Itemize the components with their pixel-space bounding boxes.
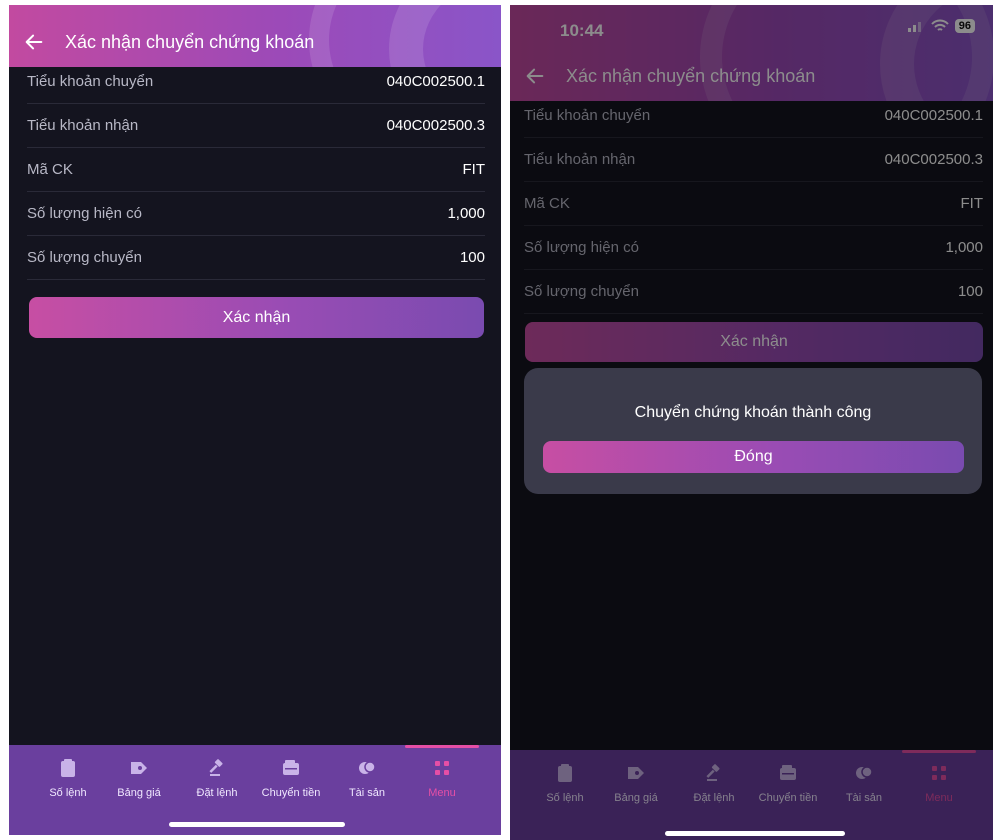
row-label: Số lượng hiện có bbox=[27, 205, 142, 222]
row-value: FIT bbox=[462, 161, 486, 178]
wallet-icon bbox=[777, 762, 799, 784]
battery-level: 96 bbox=[954, 19, 975, 33]
tab-label: Đặt lệnh bbox=[196, 787, 238, 799]
row-value: 1,000 bbox=[945, 239, 983, 256]
tab-menu[interactable]: Menu bbox=[402, 745, 482, 799]
gavel-icon bbox=[206, 757, 228, 779]
tab-label: Chuyển tiền bbox=[261, 787, 321, 799]
price-tag-icon bbox=[128, 757, 150, 779]
gavel-icon bbox=[703, 762, 725, 784]
row-value: FIT bbox=[960, 195, 984, 212]
signal-icon bbox=[907, 22, 921, 32]
detail-row-available-qty: Số lượng hiện có 1,000 bbox=[524, 226, 983, 270]
home-indicator[interactable] bbox=[169, 822, 345, 827]
success-dialog: Chuyển chứng khoán thành công Đóng bbox=[524, 368, 982, 494]
right-screen: 10:44 96 Xác nhận chuyển chứng khoán Tiể… bbox=[510, 5, 993, 840]
coins-icon bbox=[853, 762, 875, 784]
tab-chuyen-tien[interactable]: Chuyển tiền bbox=[251, 745, 331, 799]
detail-row-available-qty: Số lượng hiện có 1,000 bbox=[27, 192, 485, 236]
status-time: 10:44 bbox=[560, 21, 604, 40]
row-label: Số lượng chuyển bbox=[524, 283, 639, 300]
tab-dat-lenh[interactable]: Đặt lệnh bbox=[177, 745, 257, 799]
row-value: 040C002500.1 bbox=[386, 73, 485, 90]
grid-icon bbox=[431, 757, 453, 779]
row-label: Mã CK bbox=[27, 161, 73, 178]
grid-icon bbox=[928, 762, 950, 784]
tab-menu[interactable]: Menu bbox=[899, 750, 979, 804]
tab-bang-gia[interactable]: Bảng giá bbox=[99, 745, 179, 799]
detail-row-target-account: Tiểu khoản nhận 040C002500.3 bbox=[524, 138, 983, 182]
status-icons: 96 bbox=[907, 19, 975, 33]
detail-row-transfer-qty: Số lượng chuyển 100 bbox=[27, 236, 485, 280]
detail-row-stock-code: Mã CK FIT bbox=[27, 148, 485, 192]
row-label: Tiểu khoản nhận bbox=[524, 151, 636, 168]
clipboard-icon bbox=[57, 757, 79, 779]
tab-label: Bảng giá bbox=[614, 792, 658, 804]
transfer-details: Tiểu khoản chuyển 040C002500.1 Tiểu khoả… bbox=[27, 60, 485, 280]
tab-so-lenh[interactable]: Số lệnh bbox=[525, 750, 605, 804]
close-button[interactable]: Đóng bbox=[543, 441, 964, 473]
row-value: 040C002500.3 bbox=[386, 117, 485, 134]
transfer-details: Tiểu khoản chuyển 040C002500.1 Tiểu khoả… bbox=[524, 94, 983, 314]
row-label: Tiểu khoản chuyển bbox=[27, 73, 154, 90]
page-title: Xác nhận chuyển chứng khoán bbox=[65, 31, 315, 52]
detail-row-source-account: Tiểu khoản chuyển 040C002500.1 bbox=[27, 60, 485, 104]
tab-tai-san[interactable]: Tài sản bbox=[824, 750, 904, 804]
tab-label: Tài sản bbox=[845, 792, 883, 804]
home-indicator[interactable] bbox=[665, 831, 845, 836]
clipboard-icon bbox=[554, 762, 576, 784]
wifi-icon bbox=[931, 19, 949, 31]
tab-chuyen-tien[interactable]: Chuyển tiền bbox=[748, 750, 828, 804]
row-label: Số lượng hiện có bbox=[524, 239, 639, 256]
row-label: Tiểu khoản nhận bbox=[27, 117, 139, 134]
tab-label: Số lệnh bbox=[49, 787, 87, 799]
row-value: 100 bbox=[957, 283, 983, 300]
tab-label: Menu bbox=[925, 792, 953, 804]
tab-label: Bảng giá bbox=[117, 787, 161, 799]
bottom-tab-bar: Số lệnh Bảng giá Đặt lệnh Chuyển tiền Tà… bbox=[9, 745, 501, 835]
tab-label: Chuyển tiền bbox=[758, 792, 818, 804]
row-value: 040C002500.3 bbox=[884, 151, 983, 168]
tab-label: Đặt lệnh bbox=[693, 792, 735, 804]
row-label: Tiểu khoản chuyển bbox=[524, 107, 651, 124]
bottom-tab-bar: Số lệnh Bảng giá Đặt lệnh Chuyển tiền Tà… bbox=[510, 750, 993, 840]
page-title: Xác nhận chuyển chứng khoán bbox=[566, 65, 816, 86]
row-value: 040C002500.1 bbox=[884, 107, 983, 124]
tab-label: Tài sản bbox=[348, 787, 386, 799]
tab-label: Số lệnh bbox=[546, 792, 584, 804]
tab-bang-gia[interactable]: Bảng giá bbox=[596, 750, 676, 804]
detail-row-stock-code: Mã CK FIT bbox=[524, 182, 983, 226]
detail-row-target-account: Tiểu khoản nhận 040C002500.3 bbox=[27, 104, 485, 148]
price-tag-icon bbox=[625, 762, 647, 784]
dialog-message: Chuyển chứng khoán thành công bbox=[634, 404, 872, 421]
row-value: 100 bbox=[459, 249, 485, 266]
app-header: 10:44 96 Xác nhận chuyển chứng khoán bbox=[510, 5, 993, 101]
left-screen: Xác nhận chuyển chứng khoán Tiểu khoản c… bbox=[9, 5, 501, 835]
tab-so-lenh[interactable]: Số lệnh bbox=[28, 745, 108, 799]
row-value: 1,000 bbox=[447, 205, 485, 222]
wallet-icon bbox=[280, 757, 302, 779]
row-label: Mã CK bbox=[524, 195, 570, 212]
detail-row-source-account: Tiểu khoản chuyển 040C002500.1 bbox=[524, 94, 983, 138]
tab-dat-lenh[interactable]: Đặt lệnh bbox=[674, 750, 754, 804]
detail-row-transfer-qty: Số lượng chuyển 100 bbox=[524, 270, 983, 314]
app-header: Xác nhận chuyển chứng khoán bbox=[9, 5, 501, 67]
confirm-button[interactable]: Xác nhận bbox=[525, 322, 983, 362]
back-arrow-icon[interactable] bbox=[524, 65, 546, 87]
back-arrow-icon[interactable] bbox=[23, 31, 45, 53]
confirm-button[interactable]: Xác nhận bbox=[29, 297, 484, 338]
tab-label: Menu bbox=[428, 787, 456, 799]
coins-icon bbox=[356, 757, 378, 779]
row-label: Số lượng chuyển bbox=[27, 249, 142, 266]
tab-tai-san[interactable]: Tài sản bbox=[327, 745, 407, 799]
